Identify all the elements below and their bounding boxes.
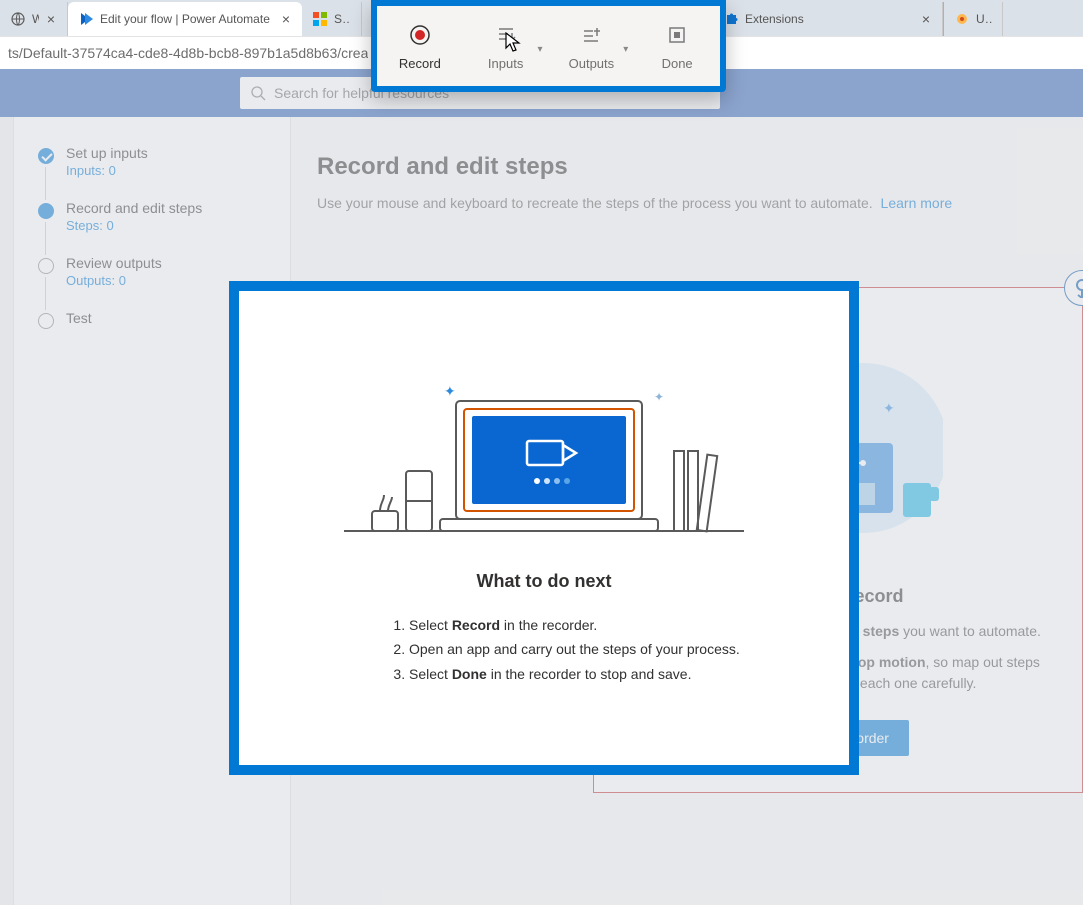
chevron-down-icon: ▾ bbox=[537, 44, 542, 55]
record-button[interactable]: Record bbox=[377, 6, 463, 86]
recorder-toolbar: Record Inputs ▾ Outputs ▾ Done bbox=[371, 0, 726, 92]
outputs-icon bbox=[578, 22, 604, 48]
tab-ui-flow[interactable]: UI fl bbox=[943, 2, 1003, 36]
outputs-label: Outputs bbox=[569, 56, 615, 71]
tab-web-store[interactable]: Web Stor × bbox=[0, 2, 68, 36]
close-icon[interactable]: × bbox=[45, 11, 57, 27]
tab-label: Extensions bbox=[745, 12, 914, 26]
flow-icon bbox=[78, 11, 94, 27]
tutorial-step-3: Select Done in the recorder to stop and … bbox=[409, 663, 809, 685]
tab-label: UI fl bbox=[976, 12, 992, 26]
tutorial-heading: What to do next bbox=[279, 571, 809, 592]
inputs-label: Inputs bbox=[488, 56, 523, 71]
step-label: Record and edit steps bbox=[66, 200, 270, 216]
outputs-button[interactable]: Outputs ▾ bbox=[549, 6, 635, 86]
close-icon[interactable]: × bbox=[280, 11, 292, 27]
circle-icon bbox=[38, 258, 54, 274]
step-sub: Inputs: 0 bbox=[66, 163, 270, 178]
tab-label: Web Stor bbox=[32, 12, 39, 26]
tab-label: Edit your flow | Power Automate bbox=[100, 12, 274, 26]
circle-icon bbox=[38, 203, 54, 219]
step-label: Review outputs bbox=[66, 255, 270, 271]
page-subtitle: Use your mouse and keyboard to recreate … bbox=[317, 195, 1057, 211]
svg-text:✦: ✦ bbox=[883, 400, 895, 416]
globe-icon bbox=[10, 11, 26, 27]
circle-icon bbox=[38, 313, 54, 329]
chevron-down-icon: ▾ bbox=[623, 44, 628, 55]
microsoft-icon bbox=[312, 11, 328, 27]
pin-icon[interactable] bbox=[1064, 270, 1083, 306]
tutorial-step-1: Select Record in the recorder. bbox=[409, 614, 809, 636]
done-label: Done bbox=[662, 56, 693, 71]
step-record-edit[interactable]: Record and edit steps Steps: 0 bbox=[38, 200, 270, 233]
tab-setup[interactable]: Set u bbox=[302, 2, 362, 36]
tab-power-automate[interactable]: Edit your flow | Power Automate × bbox=[68, 2, 302, 36]
address-text: ts/Default-37574ca4-cde8-4d8b-bcb8-897b1… bbox=[8, 45, 368, 61]
done-button[interactable]: Done bbox=[634, 6, 720, 86]
search-icon bbox=[250, 85, 266, 101]
dot-icon bbox=[954, 11, 970, 27]
step-set-up-inputs[interactable]: Set up inputs Inputs: 0 bbox=[38, 145, 270, 178]
svg-text:✦: ✦ bbox=[654, 390, 664, 404]
step-sub: Steps: 0 bbox=[66, 218, 270, 233]
tab-extensions[interactable]: Extensions × bbox=[713, 2, 943, 36]
check-icon bbox=[38, 148, 54, 164]
inputs-icon bbox=[493, 22, 519, 48]
svg-text:✦: ✦ bbox=[444, 383, 456, 399]
learn-more-link[interactable]: Learn more bbox=[881, 195, 953, 211]
tutorial-illustration: ✦ ✦ bbox=[279, 331, 809, 541]
record-icon bbox=[407, 22, 433, 48]
stop-icon bbox=[664, 22, 690, 48]
record-label: Record bbox=[399, 56, 441, 71]
tutorial-modal: ✦ ✦ What to do next Select Record in the… bbox=[229, 281, 859, 775]
inputs-button[interactable]: Inputs ▾ bbox=[463, 6, 549, 86]
tutorial-steps: Select Record in the recorder. Open an a… bbox=[279, 614, 809, 685]
step-label: Set up inputs bbox=[66, 145, 270, 161]
left-rail bbox=[0, 117, 14, 905]
tutorial-step-2: Open an app and carry out the steps of y… bbox=[409, 638, 809, 660]
close-icon[interactable]: × bbox=[920, 11, 932, 27]
tab-label: Set u bbox=[334, 12, 351, 26]
page-title: Record and edit steps bbox=[317, 153, 1057, 181]
